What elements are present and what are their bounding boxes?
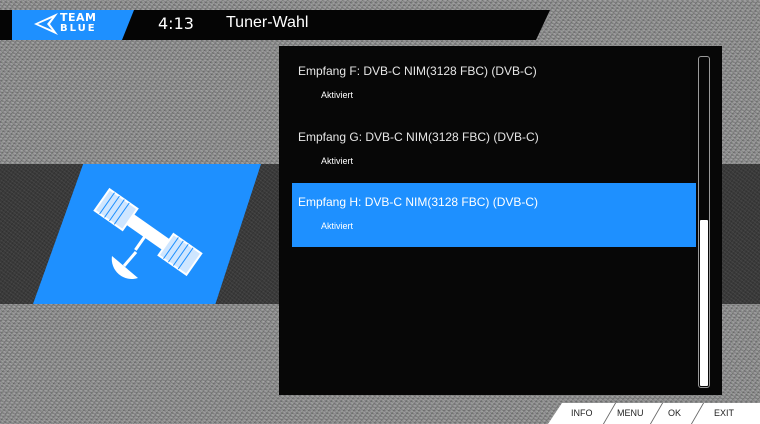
exit-key-label[interactable]: EXIT [714,408,734,418]
tuner-status: Aktiviert [321,221,354,231]
logo-text: TEAM BLUE [60,12,97,34]
ok-key-label[interactable]: OK [668,408,681,418]
list-item[interactable]: Empfang F: DVB-C NIM(3128 FBC) (DVB-C) A… [292,52,696,116]
menu-key-label[interactable]: MENU [617,408,644,418]
tuner-status: Aktiviert [321,156,354,166]
logo-line-blue: BLUE [60,23,97,34]
tuner-name: Empfang G: DVB-C NIM(3128 FBC) (DVB-C) [298,130,539,144]
scrollbar[interactable] [698,56,710,388]
tuner-name: Empfang F: DVB-C NIM(3128 FBC) (DVB-C) [298,64,537,78]
logo-line-team: TEAM [60,11,97,24]
info-key-label[interactable]: INFO [571,408,593,418]
satellite-icon [93,187,203,279]
page-title: Tuner-Wahl [226,14,309,31]
team-blue-logo-icon [34,13,58,35]
tuner-name: Empfang H: DVB-C NIM(3128 FBC) (DVB-C) [298,195,539,209]
tuner-status: Aktiviert [321,90,354,100]
clock: 4:13 [158,14,194,33]
scrollbar-thumb[interactable] [700,220,708,386]
list-item[interactable]: Empfang H: DVB-C NIM(3128 FBC) (DVB-C) A… [292,183,696,247]
list-item[interactable]: Empfang G: DVB-C NIM(3128 FBC) (DVB-C) A… [292,118,696,182]
